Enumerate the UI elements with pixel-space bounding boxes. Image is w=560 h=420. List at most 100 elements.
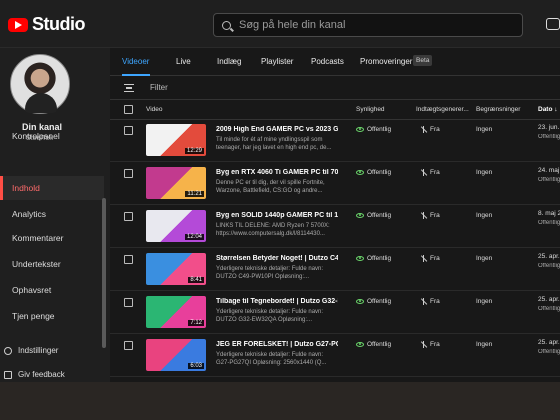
video-title[interactable]: Byg en RTX 4060 Ti GAMER PC til 700...: [216, 169, 338, 176]
publish-status: Offentliggjort: [538, 349, 560, 355]
filter-icon[interactable]: [124, 84, 134, 92]
tab-podcasts[interactable]: Podcasts: [311, 57, 344, 66]
video-title[interactable]: JEG ER FORELSKET! | Dutzo G27-PG27...: [216, 341, 338, 348]
monetization-value: Fra: [430, 255, 440, 262]
table-header: Video Synlighed Indtægtsgenerer... Begræ…: [110, 100, 560, 120]
table-row[interactable]: 8:41 Størrelsen Betyder Noget! | Dutzo C…: [110, 249, 560, 291]
sidebar-item-dashboard[interactable]: Kontrolpanel: [0, 124, 104, 148]
search-box[interactable]: [213, 13, 523, 37]
sidebar-scrollbar[interactable]: [102, 198, 106, 348]
sidebar-item-copyright[interactable]: Ophavsret: [0, 278, 104, 302]
tab-bar: Videoer Live Indlæg Playlister Podcasts …: [110, 48, 560, 76]
search-icon[interactable]: [222, 20, 231, 30]
create-icon[interactable]: [546, 18, 560, 30]
video-title[interactable]: 2009 High End GAMER PC vs 2023 GA...: [216, 126, 338, 133]
sidebar-item-settings[interactable]: Indstillinger: [4, 346, 58, 355]
monetization-off-icon: [420, 169, 427, 176]
visibility-value: Offentlig: [367, 212, 392, 219]
video-thumbnail[interactable]: 6:03: [146, 339, 206, 371]
filter-bar[interactable]: Filter: [110, 76, 560, 100]
logo-text: Studio: [32, 14, 86, 34]
restrictions-value: Ingen: [476, 341, 493, 348]
visibility-cell[interactable]: Offentlig: [356, 212, 391, 219]
publish-date: 25. apr. 2...: [538, 296, 560, 303]
screen-bezel: [0, 382, 560, 420]
visibility-cell[interactable]: Offentlig: [356, 126, 391, 133]
restrictions-value: Ingen: [476, 212, 493, 219]
row-checkbox[interactable]: [124, 169, 133, 178]
video-thumbnail[interactable]: 12:29: [146, 124, 206, 156]
sidebar-item-analytics[interactable]: Analytics: [0, 202, 104, 226]
video-description: Yderligere tekniske detaljer: Fulde navn…: [216, 309, 324, 323]
monetization-value: Fra: [430, 212, 440, 219]
tab-videos[interactable]: Videoer: [122, 57, 149, 66]
row-checkbox[interactable]: [124, 212, 133, 221]
tab-posts[interactable]: Indlæg: [217, 57, 241, 66]
eye-icon: [356, 127, 364, 132]
publish-status: Offentliggjort: [538, 177, 560, 183]
column-monetization[interactable]: Indtægtsgenerer...: [416, 106, 476, 113]
column-visibility[interactable]: Synlighed: [356, 106, 385, 113]
sidebar-item-subtitles[interactable]: Undertekster: [0, 252, 104, 276]
video-thumbnail[interactable]: 12:04: [146, 210, 206, 242]
column-date[interactable]: Dato ↓: [538, 106, 558, 113]
tab-live[interactable]: Live: [176, 57, 191, 66]
video-title[interactable]: Størrelsen Betyder Noget! | Dutzo C49-..…: [216, 255, 338, 262]
channel-avatar[interactable]: [10, 54, 70, 114]
sidebar-item-label: Giv feedback: [18, 370, 65, 379]
column-restrictions[interactable]: Begrænsninger: [476, 106, 532, 113]
row-checkbox[interactable]: [124, 341, 133, 350]
monetization-cell[interactable]: Fra: [420, 169, 440, 176]
eye-icon: [356, 170, 364, 175]
video-thumbnail[interactable]: 11:21: [146, 167, 206, 199]
select-all-checkbox[interactable]: [124, 105, 133, 114]
sidebar-item-earn[interactable]: Tjen penge: [0, 304, 104, 328]
table-row[interactable]: 12:04 Byg en SOLID 1440p GAMER PC til 10…: [110, 206, 560, 248]
table-row[interactable]: 11:21 Byg en RTX 4060 Ti GAMER PC til 70…: [110, 163, 560, 205]
video-duration: 6:03: [188, 363, 204, 369]
sidebar-item-content[interactable]: Indhold: [0, 176, 104, 200]
sidebar-item-comments[interactable]: Kommentarer: [0, 226, 104, 250]
publish-status: Offentliggjort: [538, 134, 560, 140]
visibility-value: Offentlig: [367, 255, 392, 262]
tab-promotions[interactable]: Promoveringer: [360, 57, 412, 66]
monetization-cell[interactable]: Fra: [420, 298, 440, 305]
video-title[interactable]: Tilbage til Tegnebordet! | Dutzo G32-E..…: [216, 298, 338, 305]
filter-input[interactable]: Filter: [150, 83, 168, 92]
row-checkbox[interactable]: [124, 126, 133, 135]
column-video: Video: [146, 106, 163, 113]
monetization-cell[interactable]: Fra: [420, 341, 440, 348]
table-row[interactable]: 6:03 JEG ER FORELSKET! | Dutzo G27-PG27.…: [110, 335, 560, 377]
table-row[interactable]: 12:29 2009 High End GAMER PC vs 2023 GA.…: [110, 120, 560, 162]
monetization-cell[interactable]: Fra: [420, 212, 440, 219]
tab-playlists[interactable]: Playlister: [261, 57, 293, 66]
search-input[interactable]: [239, 19, 499, 31]
publish-date: 24. maj 2...: [538, 167, 560, 174]
publish-status: Offentliggjort: [538, 306, 560, 312]
table-row[interactable]: 7:12 Tilbage til Tegnebordet! | Dutzo G3…: [110, 292, 560, 334]
video-duration: 12:04: [184, 234, 204, 240]
monetization-cell[interactable]: Fra: [420, 126, 440, 133]
monetization-cell[interactable]: Fra: [420, 255, 440, 262]
visibility-cell[interactable]: Offentlig: [356, 169, 391, 176]
video-thumbnail[interactable]: 8:41: [146, 253, 206, 285]
monetization-off-icon: [420, 255, 427, 262]
row-checkbox[interactable]: [124, 255, 133, 264]
menu-button[interactable]: [0, 0, 4, 48]
top-bar: Studio: [0, 0, 560, 48]
sidebar-item-feedback[interactable]: Giv feedback: [4, 370, 65, 379]
eye-icon: [356, 256, 364, 261]
visibility-cell[interactable]: Offentlig: [356, 341, 391, 348]
restrictions-value: Ingen: [476, 298, 493, 305]
studio-logo[interactable]: Studio: [8, 14, 86, 35]
visibility-cell[interactable]: Offentlig: [356, 298, 391, 305]
row-checkbox[interactable]: [124, 298, 133, 307]
visibility-value: Offentlig: [367, 126, 392, 133]
video-thumbnail[interactable]: 7:12: [146, 296, 206, 328]
video-title[interactable]: Byg en SOLID 1440p GAMER PC til 10...: [216, 212, 338, 219]
restrictions-value: Ingen: [476, 169, 493, 176]
publish-status: Offentliggjort: [538, 263, 560, 269]
sidebar-item-label: Ophavsret: [12, 285, 52, 295]
visibility-cell[interactable]: Offentlig: [356, 255, 391, 262]
monetization-off-icon: [420, 341, 427, 348]
